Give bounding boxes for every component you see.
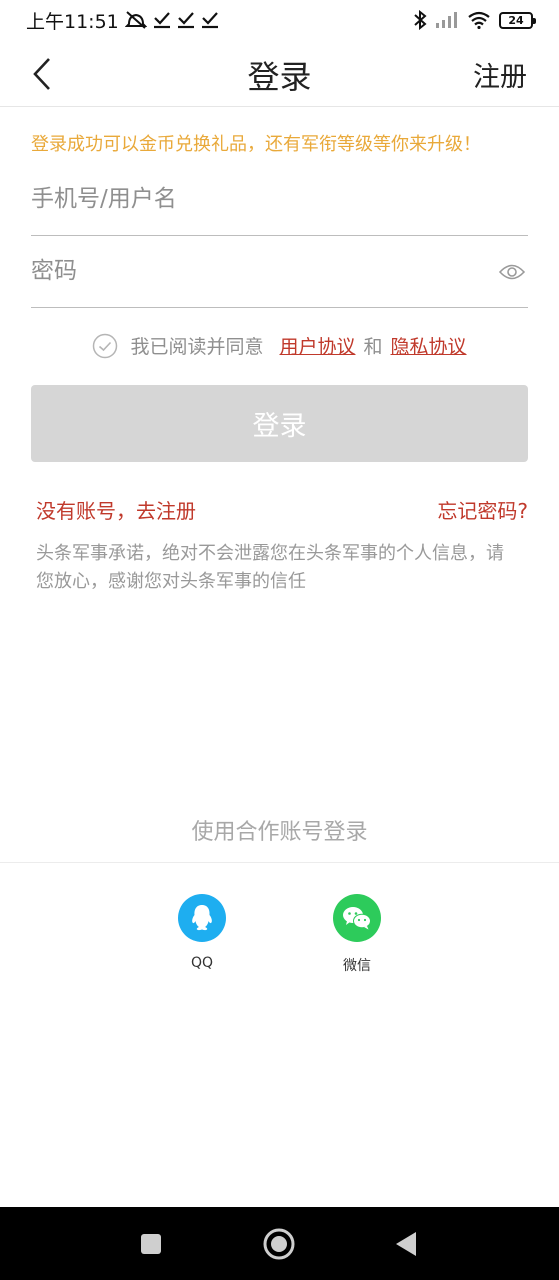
username-input[interactable] — [31, 164, 528, 234]
wifi-icon — [467, 11, 491, 29]
partner-login-label: 使用合作账号登录 — [191, 820, 368, 845]
triangle-back-icon — [396, 1232, 416, 1256]
circle-home-icon — [263, 1228, 295, 1260]
register-button[interactable]: 注册 — [473, 55, 527, 94]
recents-button[interactable] — [134, 1227, 168, 1261]
privacy-agreement-link[interactable]: 隐私协议 — [391, 332, 467, 359]
agreement-prefix: 我已阅读并同意 — [130, 336, 264, 358]
signal-icon — [435, 11, 459, 29]
bluetooth-icon — [413, 10, 427, 30]
divider — [0, 862, 559, 863]
password-field-container — [31, 236, 528, 308]
check-notification-icon — [201, 11, 219, 29]
status-left: 上午11:51 — [26, 7, 219, 34]
forgot-password-link[interactable]: 忘记密码? — [437, 495, 528, 524]
home-button[interactable] — [262, 1227, 296, 1261]
promo-text: 登录成功可以金币兑换礼品，还有军衔等级等你来升级！ — [31, 134, 481, 155]
password-input[interactable] — [31, 236, 528, 306]
square-icon — [141, 1234, 161, 1254]
user-agreement-link[interactable]: 用户协议 — [279, 332, 355, 359]
status-bar: 上午11:51 24 — [0, 0, 559, 40]
go-register-link[interactable]: 没有账号，去注册 — [36, 495, 196, 524]
system-back-button[interactable] — [389, 1227, 423, 1261]
qq-login-button[interactable]: QQ — [172, 894, 232, 971]
show-password-toggle[interactable] — [498, 258, 526, 286]
header: 登录 注册 — [0, 40, 559, 107]
login-button[interactable]: 登录 — [31, 385, 528, 462]
agreement-row: 我已阅读并同意 用户协议 和 隐私协议 — [0, 332, 559, 359]
agreement-and: 和 — [363, 336, 383, 358]
privacy-note: 头条军事承诺，绝对不会泄露您在头条军事的个人信息，请您放心，感谢您对头条军事的信… — [36, 543, 504, 592]
check-notification-icon — [153, 11, 171, 29]
check-circle-icon — [93, 333, 118, 358]
agreement-checkbox[interactable] — [92, 333, 118, 359]
username-field-container — [31, 164, 528, 236]
wechat-login-button[interactable]: 微信 — [327, 894, 387, 975]
wechat-label: 微信 — [343, 958, 371, 974]
status-time: 上午11:51 — [26, 10, 119, 33]
qq-icon — [178, 894, 226, 942]
wechat-icon — [333, 894, 381, 942]
eye-icon — [499, 264, 525, 280]
qq-label: QQ — [190, 955, 214, 971]
alarm-off-icon — [124, 10, 147, 30]
check-notification-icon — [177, 11, 195, 29]
status-right: 24 — [413, 10, 536, 30]
system-navigation-bar — [0, 1207, 559, 1280]
battery-icon: 24 — [499, 11, 536, 29]
